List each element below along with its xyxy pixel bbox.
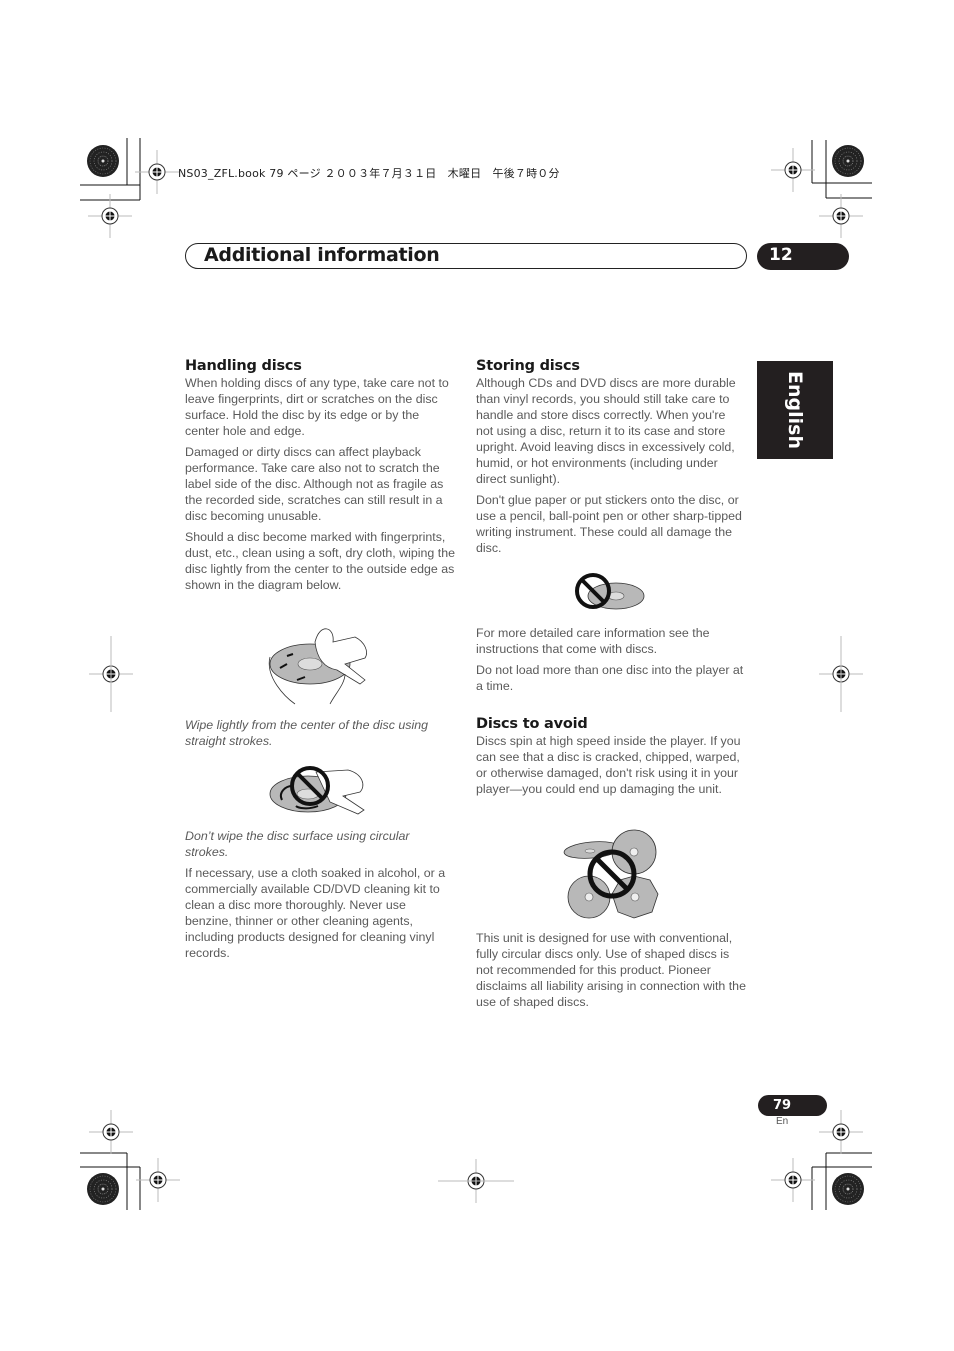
caption-straight-strokes: Wipe lightly from the center of the disc… [185, 718, 428, 748]
discs-to-avoid-section: Discs to avoid Discs spin at high speed … [476, 716, 746, 802]
registration-mark-icon [134, 149, 180, 195]
color-target-icon [831, 144, 865, 178]
registration-mark-icon [87, 193, 133, 239]
handling-discs-section: Handling discs When holding discs of any… [185, 358, 455, 598]
storing-more-info: For more detailed care information see t… [476, 625, 746, 699]
wipe-circular-illustration [269, 766, 365, 815]
caption-circular-wrap: Don’t wipe the disc surface using circul… [185, 828, 455, 865]
section-title: Additional information [204, 244, 440, 266]
discs-to-avoid-heading: Discs to avoid [476, 716, 588, 732]
page-language-code: En [776, 1116, 789, 1127]
paragraph: For more detailed care information see t… [476, 626, 710, 656]
print-book-line: NS03_ZFL.book 79 ページ ２００３年７月３１日 木曜日 午後７時… [178, 167, 560, 180]
paragraph: Do not load more than one disc into the … [476, 663, 744, 693]
registration-mark-icon [818, 193, 864, 239]
cleaning-paragraph-wrap: If necessary, use a cloth soaked in alco… [185, 865, 455, 966]
page-number: 79 [773, 1098, 792, 1113]
prohibited-icon [587, 849, 637, 899]
language-tab-label: English [784, 371, 806, 449]
language-tab-label-wrap: English [757, 361, 833, 459]
wipe-straight-illustration [268, 628, 367, 705]
paragraph: Damaged or dirty discs can affect playba… [185, 445, 444, 523]
handling-discs-heading: Handling discs [185, 358, 302, 374]
paragraph: When holding discs of any type, take car… [185, 376, 449, 438]
registration-mark-icon [770, 1157, 816, 1203]
color-target-icon [86, 1172, 120, 1206]
color-target-icon [831, 1172, 865, 1206]
shaped-discs-illustration [563, 829, 659, 919]
paragraph: Although CDs and DVD discs are more dura… [476, 376, 736, 486]
storing-discs-section: Storing discs Although CDs and DVD discs… [476, 358, 746, 561]
page-number-badge [758, 1095, 827, 1116]
caption-circular-strokes: Don’t wipe the disc surface using circul… [185, 829, 410, 859]
sticker-disc-illustration [575, 573, 645, 610]
caption-straight-wrap: Wipe lightly from the center of the disc… [185, 717, 455, 754]
registration-mark-icon [770, 147, 816, 193]
paragraph: This unit is designed for use with conve… [476, 931, 746, 1009]
paragraph: Don't glue paper or put stickers onto th… [476, 493, 742, 555]
paragraph: If necessary, use a cloth soaked in alco… [185, 866, 446, 960]
color-target-icon [86, 144, 120, 178]
registration-mark-icon [88, 1109, 134, 1155]
registration-mark-icon [135, 1157, 181, 1203]
paragraph: Discs spin at high speed inside the play… [476, 734, 741, 796]
storing-discs-heading: Storing discs [476, 358, 580, 374]
paragraph: Should a disc become marked with fingerp… [185, 530, 455, 592]
chapter-number: 12 [769, 245, 793, 265]
registration-mark-icon [818, 1109, 864, 1155]
shaped-discs-notice: This unit is designed for use with conve… [476, 930, 746, 1015]
